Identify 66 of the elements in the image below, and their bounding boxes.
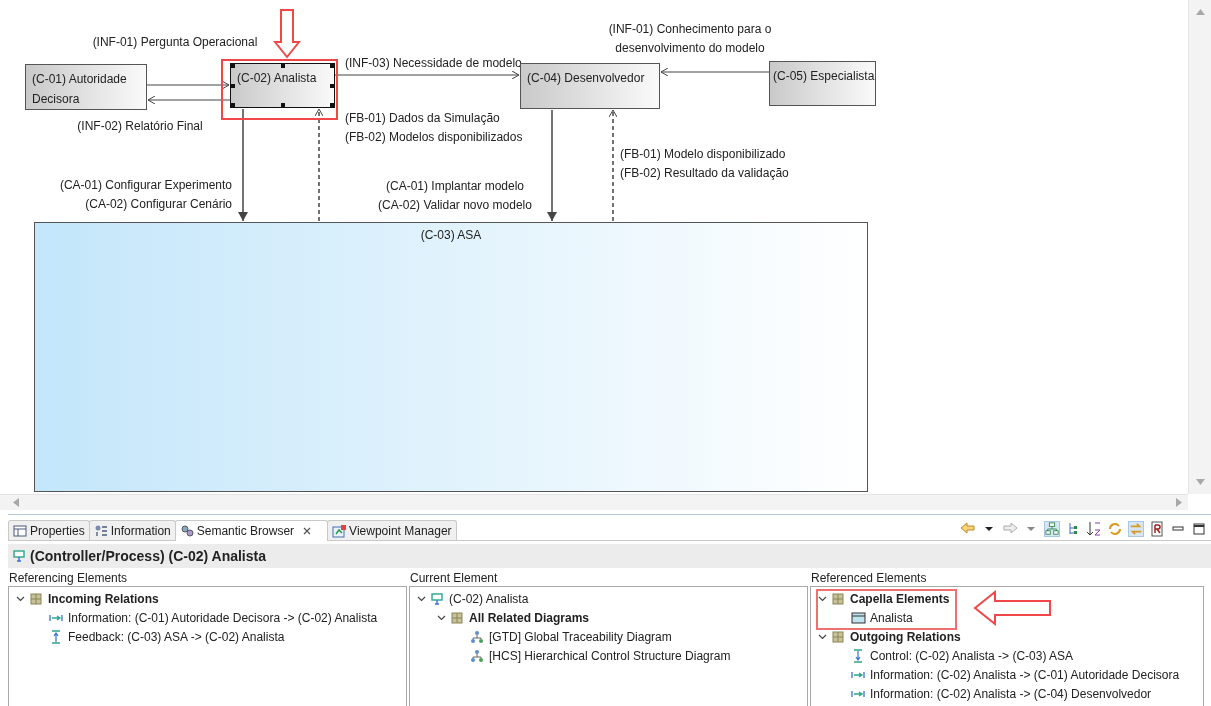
tab-icon (13, 523, 27, 538)
callout-arrow (273, 9, 301, 59)
tree-item[interactable]: Information: (C-01) Autoridade Decisora -> (C-02) Analista (68, 610, 378, 625)
connector-label: desenvolvimento do modelo (614, 40, 766, 57)
tree-item[interactable]: Control: (C-02) Analista -> (C-03) ASA (870, 648, 1074, 663)
chevron-icon[interactable] (436, 613, 446, 622)
connector-label: (CA-02) Configurar Cenário (85, 196, 232, 213)
group-icon (831, 591, 846, 606)
tree-item[interactable]: Incoming Relations (48, 591, 159, 606)
tab-icon (179, 524, 194, 538)
connector-label: (CA-01) Implantar modelo (384, 178, 526, 195)
diagram-icon (470, 648, 485, 663)
tree-item[interactable]: (C-02) Analista (449, 591, 529, 606)
sort-icon[interactable] (1086, 521, 1102, 537)
component-box[interactable]: (C-04) Desenvolvedor (520, 63, 660, 109)
tree-item[interactable]: Analista (870, 610, 913, 625)
process-box[interactable]: (C-03) ASA (34, 222, 868, 492)
tree-item[interactable]: Outgoing Relations (850, 629, 961, 644)
hierarchy-icon[interactable] (1045, 521, 1059, 537)
chevron-icon[interactable] (817, 632, 827, 641)
tab-icon (93, 523, 108, 538)
connector-label: (CA-02) Validar novo modelo (377, 197, 533, 214)
tree-item[interactable]: [GTD] Global Traceability Diagram (489, 629, 672, 644)
connector-label: (INF-03) Necessidade de modelo (345, 55, 522, 72)
group-icon (450, 610, 465, 625)
diagram-icon (470, 629, 485, 644)
chevron-icon[interactable] (817, 594, 827, 603)
connector-label: (CA-01) Configurar Experimento (59, 177, 232, 194)
panel-tab[interactable]: Semantic Browser (174, 520, 329, 541)
scroll-up-icon (1196, 9, 1205, 15)
chevron-icon[interactable] (416, 594, 426, 603)
tree-item[interactable]: Feedback: (C-03) ASA -> (C-02) Analista (68, 629, 285, 644)
tree-item[interactable]: All Related Diagrams (469, 610, 590, 625)
pane-heading: Referenced Elements (810, 571, 928, 586)
group-icon (29, 591, 44, 606)
panel-tab[interactable]: Information (88, 520, 176, 540)
tab-icon (332, 523, 347, 538)
connector-label: (FB-01) Modelo disponibilizado (620, 146, 786, 163)
tree-item[interactable]: Information: (C-02) Analista -> (C-04) Desenvolvedor (870, 686, 1152, 701)
connector-label: (FB-02) Resultado da validação (620, 165, 789, 182)
class-icon (851, 610, 866, 625)
maximize-icon[interactable] (1191, 521, 1207, 537)
scroll-right-icon (1176, 498, 1182, 507)
connector-label: (FB-01) Dados da Simulação (345, 110, 500, 127)
scroll-down-icon (1196, 479, 1205, 485)
chevron-icon[interactable] (15, 594, 25, 603)
connector-label: (INF-02) Relatório Final (76, 118, 204, 135)
component-box[interactable]: (C-02) Analista (230, 63, 335, 108)
panel-tab[interactable]: Viewpoint Manager (327, 520, 457, 540)
tree-item[interactable]: Capella Elements (850, 591, 950, 606)
component-box[interactable]: (C-01) Autoridade Decisora (25, 64, 147, 110)
panel-tab[interactable]: Properties (8, 520, 90, 540)
scroll-left-icon (13, 498, 19, 507)
component-box[interactable]: (C-05) Especialista (769, 61, 876, 106)
tree-item[interactable]: [HCS] Hierarchical Control Structure Diagram (489, 648, 731, 663)
controller-icon (12, 549, 26, 563)
connector-label: (INF-01) Pergunta Operacional (91, 34, 259, 51)
pane-heading: Current Element (409, 571, 499, 586)
controller-icon (430, 591, 445, 606)
report-icon[interactable] (1149, 521, 1165, 537)
group-icon (831, 629, 846, 644)
pane-heading: Referencing Elements (8, 571, 129, 586)
element-title: (Controller/Process) (C-02) Analista (30, 548, 266, 564)
connector-label: (FB-02) Modelos disponibilizados (345, 129, 523, 146)
connector-label: (INF-01) Conhecimento para o (607, 21, 773, 38)
tree-item[interactable]: Information: (C-02) Analista -> (C-01) Autoridade Decisora (870, 667, 1180, 682)
